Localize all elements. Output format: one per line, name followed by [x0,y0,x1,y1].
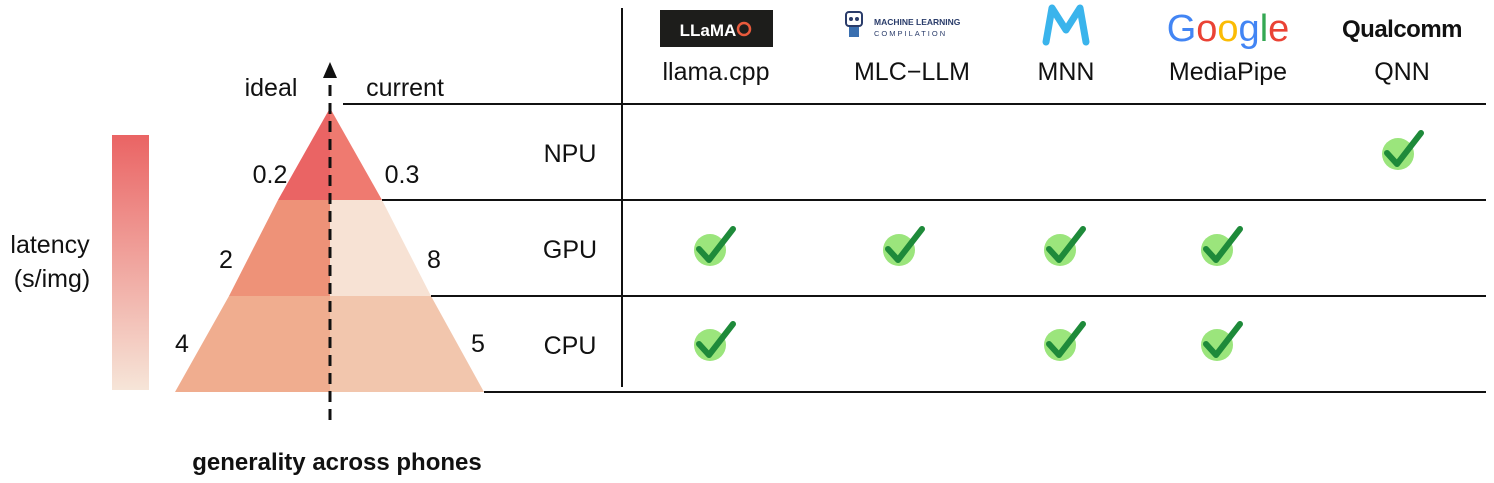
svg-text:LLaMA: LLaMA [680,21,737,40]
cpu-ideal-value: 4 [175,330,189,358]
framework-name-mnn: MNN [1038,58,1095,86]
pyramid-gpu-current [330,200,431,296]
framework-header-mediapipe: Google MediaPipe [1167,8,1290,86]
checkmark-icon [1044,226,1086,266]
gpu-current-value: 8 [427,246,441,274]
pyramid-cpu-ideal [175,296,330,392]
npu-ideal-value: 0.2 [253,161,288,189]
framework-header-qnn: Qualcomm QNN [1342,16,1463,86]
checkmark-icon [1201,321,1243,361]
latency-legend: latency (s/img) [10,135,149,390]
axis-arrowhead-icon [323,62,337,78]
ideal-label: ideal [245,74,298,102]
framework-header-llamacpp: LLaMA llama.cpp [660,10,773,86]
latency-unit-label: (s/img) [14,265,90,293]
checkmark-icon [1044,321,1086,361]
svg-text:Google: Google [1167,8,1290,50]
row-label-gpu: GPU [543,236,597,264]
gpu-ideal-value: 2 [219,246,233,274]
framework-support-diagram: latency (s/img) ideal current 0.2 0.3 2 … [10,4,1486,476]
npu-current-value: 0.3 [385,161,420,189]
row-label-cpu: CPU [544,332,597,360]
checkmark-icon [1382,130,1424,170]
pyramid-cpu-current [330,296,484,392]
latency-label: latency [10,231,90,259]
current-label: current [366,74,444,102]
framework-header-mnn: MNN [1038,4,1095,86]
row-label-npu: NPU [544,140,597,168]
llama-logo-icon: LLaMA [660,10,773,47]
checkmark-icon [883,226,925,266]
framework-name-mlcllm: MLC−LLM [854,58,970,86]
google-logo-icon: Google [1167,8,1290,50]
robot-logo-icon: MACHINE LEARNING COMPILATION [845,11,961,38]
latency-gradient-bar [112,135,149,390]
framework-header-mlcllm: MACHINE LEARNING COMPILATION MLC−LLM [845,11,970,86]
checkmark-icon [694,226,736,266]
latency-pyramid: ideal current 0.2 0.3 2 8 4 5 generality… [175,62,485,476]
framework-name-qnn: QNN [1374,58,1430,86]
checkmark-icon [694,321,736,361]
svg-text:Qualcomm: Qualcomm [1342,16,1462,43]
checkmark-icon [1201,226,1243,266]
framework-name-mediapipe: MediaPipe [1169,58,1287,86]
support-checkmarks [694,130,1424,361]
x-axis-label: generality across phones [192,449,481,476]
svg-text:COMPILATION: COMPILATION [874,29,947,38]
mnn-m-logo-icon [1042,4,1090,46]
svg-text:MACHINE LEARNING: MACHINE LEARNING [874,17,961,27]
cpu-current-value: 5 [471,330,485,358]
pyramid-gpu-ideal [229,200,330,296]
qualcomm-logo-icon: Qualcomm [1342,16,1463,43]
framework-name-llamacpp: llama.cpp [663,58,770,86]
pyramid-npu-current [330,108,382,200]
